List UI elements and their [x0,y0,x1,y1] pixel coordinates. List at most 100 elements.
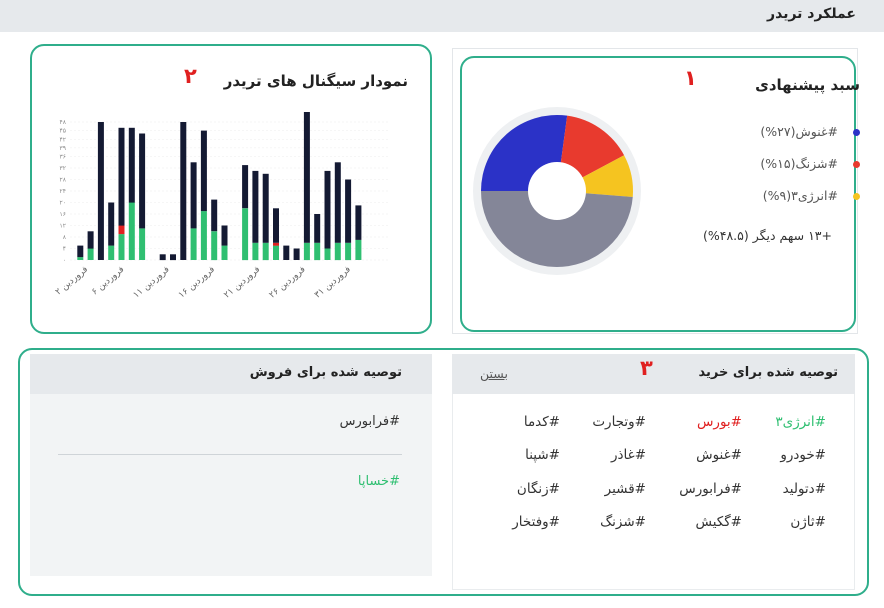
bar-segment [355,239,362,260]
bar-segment [108,245,115,260]
y-tick-label: ۸ [63,234,67,241]
bar-segment [303,112,310,243]
bar-segment [77,245,84,258]
buy-tag[interactable]: #غنوش [696,447,742,463]
bar-segment [200,130,207,212]
buy-tag[interactable]: #بورس [697,414,742,430]
buy-tag[interactable]: #زنگان [517,481,560,497]
bar-segment [242,208,249,261]
legend-pct: (۱۵%) [760,156,796,171]
buy-tag[interactable]: #ثاژن [790,514,826,530]
bar-segment [211,231,218,261]
bar-segment [221,225,228,246]
bar-segment [324,170,331,249]
annotation-marker-2: ۲ [184,64,197,88]
y-tick-label: ۳۲ [60,165,66,172]
buy-tag[interactable]: #شزنگ [600,514,646,530]
legend-pct: (۹%) [762,188,792,203]
buy-tag[interactable]: #خودرو [780,447,826,463]
bar-segment [262,242,269,261]
bar-segment [345,242,352,261]
bar-segment [139,228,146,260]
bar-segment [314,214,321,243]
buy-panel-title: توصیه شده برای خرید [698,365,838,380]
y-tick-label: ۳۶ [60,154,66,161]
legend-item-1: #غنوش(۲۷%) [760,124,838,139]
y-tick-label: ۱۶ [60,211,66,218]
sell-tag[interactable]: #فرابورس [340,414,400,429]
x-tick-label: ۶ فروردین [90,265,126,298]
legend-label: #شزنگ [795,156,838,171]
bar-segment [345,179,352,243]
y-tick-label: ۴۸ [60,119,67,126]
bar-segment [283,245,290,260]
legend-dot-icon [853,193,860,200]
y-tick-label: ۳۹ [60,145,66,152]
page-title: عملکرد تریدر [767,6,856,22]
bar-segment [324,248,331,260]
bar-segment [108,202,115,246]
y-tick-label: ۴ [63,246,66,253]
annotation-marker-3: ۳ [640,356,653,380]
sell-panel-title: توصیه شده برای فروش [249,365,402,380]
bar-segment [273,245,279,260]
x-tick-label: ۲۶ فروردین [268,265,308,301]
y-tick-label: ۲۴ [60,188,66,195]
legend-item-3: #انرژی۳(۹%) [763,188,838,203]
bar-segment [190,162,197,229]
bar-segment [221,245,228,260]
bar-segment [159,254,166,261]
buy-tag[interactable]: #قشیر [605,481,646,497]
bar-segment [118,234,125,260]
bar-segment [242,165,249,209]
bar-segment [273,242,279,246]
buy-tag[interactable]: #گکیش [696,514,742,530]
x-tick-label: ۲۱ فروردین [222,265,262,301]
top-bar [0,0,884,32]
signals-chart-title: نمودار سیگنال های تریدر [223,72,408,90]
bar-segment [77,257,84,260]
y-tick-label: ۰ [63,257,66,264]
suggested-basket-title: سبد پیشنهادی [755,76,860,94]
buy-tag[interactable]: #غاذر [611,447,646,463]
signals-bar-chart: ۰۴۸۱۲۱۶۲۰۲۴۲۸۳۲۳۶۳۹۴۲۴۵۴۸ ۲ فروردین ۶ فرو… [54,112,390,301]
bar-segment [334,242,341,261]
bar-segment [139,133,146,229]
x-tick-label: ۱۱ فروردین [132,265,172,301]
bar-segment [303,242,310,261]
buy-tag[interactable]: #شپنا [525,447,560,463]
bar-segment [190,228,197,260]
bar-segment [293,248,300,260]
bar-segment [118,127,125,226]
legend-label: #انرژی۳ [791,188,838,203]
legend-dot-icon [853,161,860,168]
x-tick-label: ۳۱ فروردین [313,265,353,301]
bar-segment [87,248,94,260]
bar-segment [87,231,94,249]
bar-segment [252,170,259,243]
bar-segment [211,199,218,232]
bar-segment [273,208,279,243]
bar-segment [355,205,362,240]
annotation-marker-1: ۱ [684,66,697,90]
buy-tag[interactable]: #وفتخار [512,514,560,530]
x-tick-label: ۲ فروردین [54,265,90,298]
bar-segment [200,211,207,260]
sell-divider [58,454,402,455]
y-tick-label: ۱۲ [60,223,66,230]
donut-hole [528,162,586,220]
buy-tag[interactable]: #دتولید [783,481,826,497]
donut-chart [473,107,641,275]
buy-tag[interactable]: #فرابورس [679,481,742,497]
buy-tag[interactable]: #انرژی۳ [775,414,826,430]
bar-segment [128,127,135,203]
legend-pct: (۲۷%) [760,124,796,139]
close-link[interactable]: بستن [480,366,508,381]
legend-dot-icon [853,129,860,136]
buy-tag[interactable]: #وتجارت [592,414,646,430]
sell-tag[interactable]: #خساپا [358,474,400,489]
x-tick-label: ۱۶ فروردین [177,265,217,301]
buy-tag[interactable]: #کدما [524,414,560,430]
legend-label: #غنوش [795,124,839,139]
bar-segment [118,225,125,235]
